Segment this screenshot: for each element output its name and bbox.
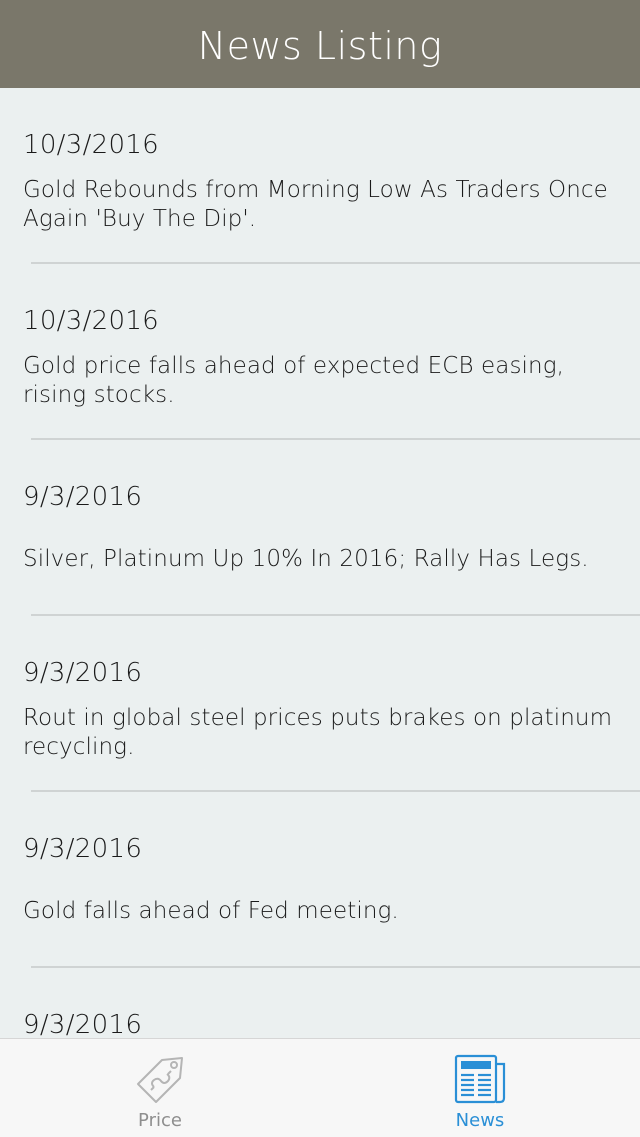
news-item[interactable]: 10/3/2016 Gold price falls ahead of expe… (0, 264, 640, 440)
news-headline: Gold falls ahead of Fed meeting. (23, 898, 399, 924)
news-item[interactable]: 9/3/2016 Rout in global steel prices put… (0, 616, 640, 792)
news-headline: Rout in global steel prices puts brakes … (23, 705, 613, 760)
newspaper-icon (450, 1052, 510, 1106)
news-item[interactable]: 10/3/2016 Gold Rebounds from Morning Low… (0, 88, 640, 264)
news-date: 9/3/2016 (23, 482, 143, 512)
tab-price[interactable]: Price (0, 1039, 320, 1137)
news-date: 9/3/2016 (23, 658, 143, 688)
tab-bar: Price News (0, 1038, 640, 1137)
news-date: 9/3/2016 (23, 1010, 143, 1038)
news-item[interactable]: 9/3/2016 (0, 968, 640, 1038)
tab-news[interactable]: News (320, 1039, 640, 1137)
news-item[interactable]: 9/3/2016 Gold falls ahead of Fed meeting… (0, 792, 640, 968)
news-headline: Silver, Platinum Up 10% In 2016; Rally H… (23, 546, 589, 572)
price-tag-icon (132, 1054, 188, 1106)
news-headline: Gold Rebounds from Morning Low As Trader… (23, 177, 608, 232)
news-date: 10/3/2016 (23, 306, 160, 336)
tab-news-label: News (455, 1110, 505, 1131)
nav-bar: News Listing (0, 0, 640, 88)
page-title: News Listing (197, 24, 443, 68)
tab-price-label: Price (138, 1110, 182, 1131)
news-date: 9/3/2016 (23, 834, 143, 864)
news-list[interactable]: 10/3/2016 Gold Rebounds from Morning Low… (0, 88, 640, 1038)
news-item[interactable]: 9/3/2016 Silver, Platinum Up 10% In 2016… (0, 440, 640, 616)
news-date: 10/3/2016 (23, 130, 160, 160)
news-headline: Gold price falls ahead of expected ECB e… (23, 353, 565, 408)
